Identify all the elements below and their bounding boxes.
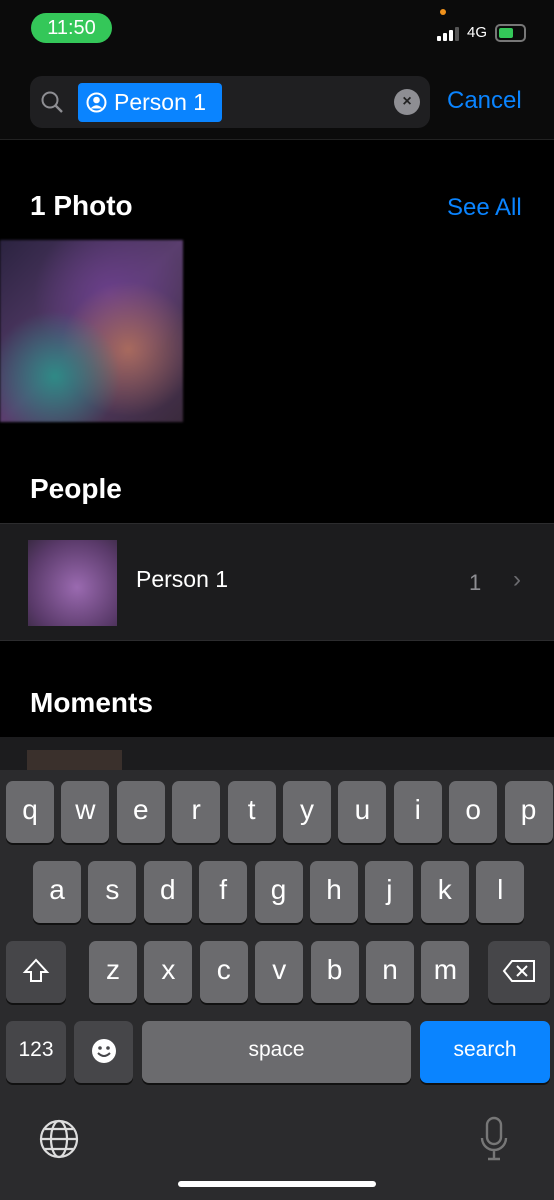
key-f[interactable]: f	[199, 861, 248, 923]
search-token-label: Person 1	[114, 89, 207, 115]
clear-search-button[interactable]: ×	[394, 89, 420, 115]
moments-section-title: Moments	[30, 687, 153, 718]
key-k[interactable]: k	[420, 861, 469, 923]
key-z[interactable]: z	[89, 941, 137, 1003]
key-o[interactable]: o	[449, 781, 498, 843]
key-i[interactable]: i	[393, 781, 442, 843]
avatar	[28, 540, 117, 626]
key-n[interactable]: n	[366, 941, 414, 1003]
cancel-button[interactable]: Cancel	[447, 87, 522, 115]
shift-icon	[22, 958, 50, 982]
key-p[interactable]: p	[504, 781, 553, 843]
key-a[interactable]: a	[33, 861, 81, 923]
home-indicator	[178, 1181, 376, 1187]
key-x[interactable]: x	[144, 941, 193, 1003]
search-key[interactable]: search	[420, 1021, 550, 1083]
key-s[interactable]: s	[88, 861, 137, 923]
key-t[interactable]: t	[227, 781, 276, 843]
key-j[interactable]: j	[365, 861, 414, 923]
key-v[interactable]: v	[255, 941, 304, 1003]
delete-icon	[502, 960, 535, 982]
numbers-key[interactable]: 123	[6, 1021, 66, 1083]
key-d[interactable]: d	[143, 861, 192, 923]
status-time: 11:50	[31, 13, 112, 43]
key-c[interactable]: c	[199, 941, 248, 1003]
battery-charging-icon	[495, 24, 526, 42]
key-e[interactable]: e	[116, 781, 165, 843]
network-type: 4G	[467, 24, 488, 41]
key-y[interactable]: y	[283, 781, 331, 843]
photo-thumbnail[interactable]	[0, 240, 183, 422]
people-section-title: People	[30, 473, 122, 504]
key-h[interactable]: h	[310, 861, 358, 923]
key-u[interactable]: u	[338, 781, 387, 843]
space-key[interactable]: space	[142, 1021, 411, 1083]
delete-key[interactable]	[488, 941, 550, 1003]
chevron-right-icon: ›	[513, 566, 521, 593]
person-circle-icon	[86, 92, 107, 113]
microphone-icon[interactable]	[478, 1116, 510, 1162]
person-name: Person 1	[136, 566, 229, 592]
emoji-key[interactable]	[74, 1021, 133, 1083]
globe-icon[interactable]	[38, 1118, 80, 1160]
search-icon	[41, 91, 63, 113]
emoji-icon	[91, 1039, 116, 1063]
photos-section-title: 1 Photo	[30, 190, 133, 221]
key-q[interactable]: q	[6, 781, 54, 843]
key-l[interactable]: l	[476, 861, 525, 923]
key-g[interactable]: g	[254, 861, 303, 923]
person-photo-count: 1	[469, 570, 482, 595]
see-all-button[interactable]: See All	[447, 194, 522, 222]
key-w[interactable]: w	[61, 781, 110, 843]
key-b[interactable]: b	[310, 941, 359, 1003]
shift-key[interactable]	[6, 941, 66, 1003]
signal-icon	[437, 25, 459, 41]
key-r[interactable]: r	[172, 781, 221, 843]
mic-indicator-dot	[440, 9, 446, 15]
key-m[interactable]: m	[421, 941, 470, 1003]
